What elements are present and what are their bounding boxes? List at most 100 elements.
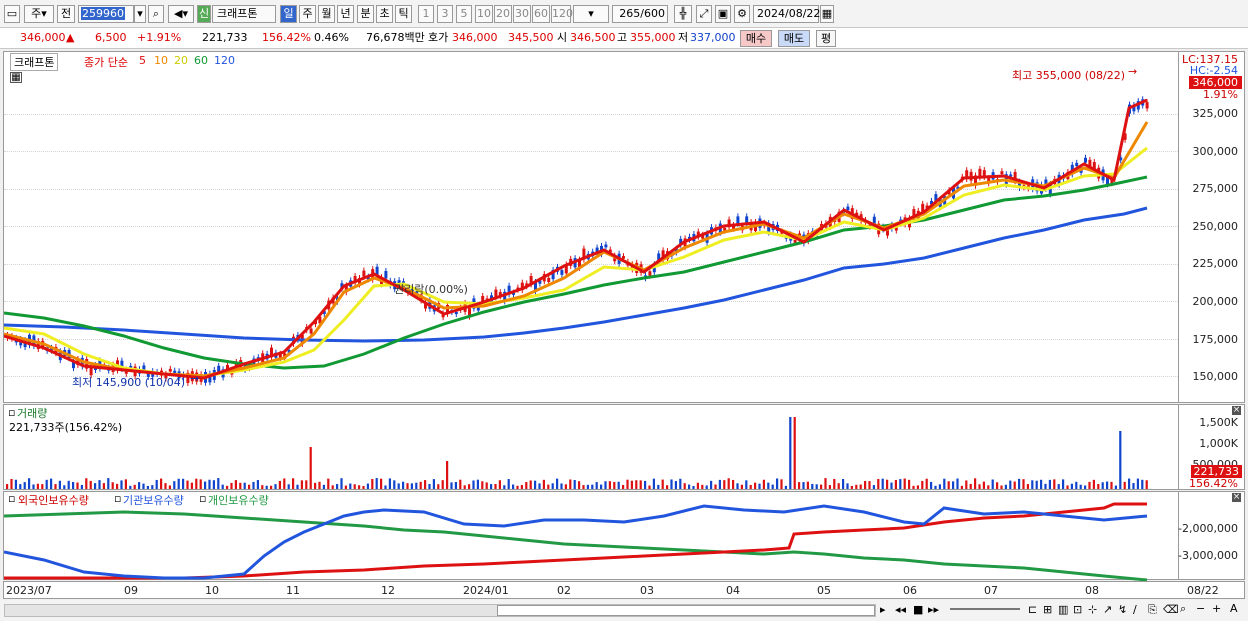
volume-bar [468,484,471,489]
holding-chart-panel[interactable]: ▫ 외국인보유수량 ▫ 기관보유수량 ▫ 개인보유수량 [3,491,1179,581]
volume-bar [1031,480,1034,489]
stock-label-box[interactable]: 크래프톤 [10,53,59,71]
zoom-slider[interactable] [950,608,1020,610]
close-icon[interactable]: × [1232,493,1241,502]
erase-icon[interactable]: ⌫ [1163,603,1179,616]
volume-bar [595,482,598,489]
mult-60[interactable]: 60 [532,5,550,23]
volume-bar [19,484,22,489]
mult-120[interactable]: 120 [551,5,573,23]
zoom-icon[interactable]: ⤢ [696,5,712,23]
mult-20[interactable]: 20 [494,5,512,23]
volume-bar [353,484,356,489]
fit-icon[interactable]: ⊡ [1073,603,1082,616]
tile-icon[interactable]: ⊏ [1028,603,1037,616]
buy-button[interactable]: 매수 [740,30,772,47]
collapse-icon[interactable]: ▫ [8,492,15,505]
date-input[interactable]: 2024/08/22 [753,5,820,23]
open-label: 시 [557,31,568,44]
volume-bar [564,484,567,489]
grid-view-icon[interactable]: ⊞ [1043,603,1052,616]
font-size-icon[interactable]: A [1230,602,1238,615]
prev-button[interactable]: 전 [57,5,75,23]
code-dropdown-icon[interactable]: ▾ [134,5,146,23]
volume-bar [503,485,506,489]
average-button[interactable]: 평 [816,30,836,47]
fast-forward-icon[interactable]: ▸▸ [928,603,939,616]
volume-bar [36,483,39,489]
save-icon[interactable]: ▣ [715,5,731,23]
volume-bar [952,481,955,489]
volume-bar [692,485,695,489]
volume-bar [481,481,484,489]
mult-10[interactable]: 10 [475,5,493,23]
calendar-icon[interactable]: ▦ [820,5,834,23]
price-chart-panel[interactable]: 크래프톤 종가 단순 5 10 20 60 120 ▦ 최고 355,000 (… [3,51,1179,403]
custom-period-select[interactable]: ▾ [573,5,609,23]
y-label: 150,000 [1192,370,1239,383]
candle [886,230,889,236]
volume-bar [705,485,708,489]
layout-icon[interactable]: ▥ [1058,603,1068,616]
count-field[interactable]: 265/600 [612,5,668,23]
volume-bar [208,479,211,489]
volume-bar [758,483,761,489]
volume-bar [688,484,691,489]
zoom-in-icon[interactable]: + [1212,602,1221,615]
bottom-toolbar: ▸ ◂◂ ■ ▸▸ ⊏ ⊞ ▥ ⊡ ⊹ ↗ ↯ ∕ ⎘ ⌫ ⌕ − + A [0,600,1248,621]
close-icon[interactable]: × [1232,406,1241,415]
volume-bar [362,485,365,489]
play-icon[interactable]: ▸ [880,603,886,616]
institution-holding-line [4,504,1148,580]
volume-bar [811,483,814,489]
volume-chart-panel[interactable]: ▫ 거래량 221,733주(156.42%) [3,404,1179,490]
window-menu-icon[interactable]: ▭ [4,5,20,23]
speaker-icon[interactable]: ◀▾ [168,5,194,23]
trend-tool-icon[interactable]: ↗ [1103,603,1112,616]
scrollbar-thumb[interactable] [497,605,875,616]
period-day[interactable]: 일 [280,5,297,23]
stop-icon[interactable]: ■ [913,603,923,616]
rewind-icon[interactable]: ◂◂ [895,603,906,616]
mult-3[interactable]: 3 [437,5,453,23]
magnifier-icon[interactable]: ⌕ [1180,602,1186,616]
settings-icon[interactable]: ⚙ [734,5,750,23]
line-tool-icon[interactable]: ∕ [1133,603,1137,616]
zoom-out-icon[interactable]: − [1196,602,1205,615]
mult-1[interactable]: 1 [418,5,434,23]
collapse-icon[interactable]: ▫ [8,406,15,419]
volume-bar [63,485,66,489]
search-icon[interactable]: ⌕ [148,5,164,23]
market-select[interactable]: 주▾ [24,5,54,23]
volume-bar [872,485,875,489]
volume-bar [217,478,220,489]
volume-bar [670,479,673,489]
horizontal-scrollbar[interactable] [4,604,876,617]
table-icon[interactable]: ▦ [10,72,22,83]
volume-bar [155,479,158,489]
volume-bar [278,480,281,489]
capture-icon[interactable]: ⎘ [1148,603,1157,617]
mult-5[interactable]: 5 [456,5,472,23]
y-label: 275,000 [1192,182,1239,195]
volume-bar [494,484,497,489]
period-minute[interactable]: 분 [357,5,374,23]
crosshair-icon[interactable]: ⊹ [1088,603,1097,616]
candle-type-icon[interactable]: ╬ [674,5,692,23]
period-month[interactable]: 월 [318,5,335,23]
period-year[interactable]: 년 [337,5,354,23]
draw-tool-icon[interactable]: ↯ [1118,603,1127,616]
code-input[interactable]: 259960 [78,5,134,23]
ma5-line [4,98,1148,380]
volume-bar [366,483,369,489]
change-value: 6,500 [95,31,127,44]
mult-30[interactable]: 30 [513,5,531,23]
period-second[interactable]: 초 [376,5,393,23]
candle [547,277,551,282]
volume-bar [182,478,185,489]
sell-button[interactable]: 매도 [778,30,810,47]
volume-bar [1145,480,1148,489]
period-tick[interactable]: 틱 [395,5,412,23]
volume-bar [661,479,664,489]
period-week[interactable]: 주 [299,5,316,23]
